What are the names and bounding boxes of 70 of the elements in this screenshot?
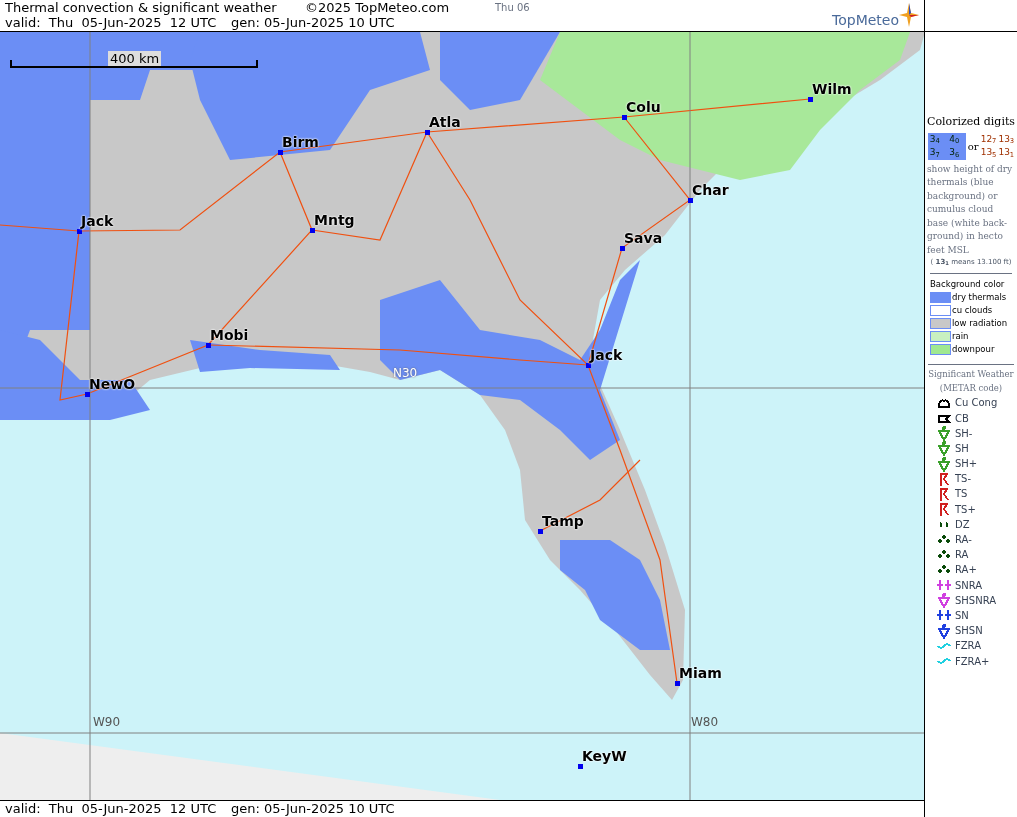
cloud-digits: 12$_{7}$	[980, 132, 997, 146]
weather-code: RA+	[955, 563, 977, 578]
copyright-link[interactable]: ©2025 TopMeteo.com	[305, 0, 495, 15]
city-marker-icon	[77, 229, 82, 234]
weather-code: CB	[955, 411, 969, 426]
city-marker-icon	[425, 130, 430, 135]
background-label: dry thermals	[952, 291, 1007, 305]
or-label: or	[967, 139, 979, 154]
weather-code: TS+	[955, 502, 976, 517]
city-marker-icon	[206, 343, 211, 348]
city-label: Jack	[81, 213, 114, 229]
background-label: rain	[952, 330, 969, 344]
city-label: Char	[692, 182, 729, 198]
cloud-digits: 13$_{5}$	[980, 146, 997, 160]
weather-code: TS-	[955, 472, 972, 487]
grid-label: W80	[691, 714, 719, 731]
grid-label: W90	[93, 714, 121, 731]
weather-title: Significant Weather (METAR code)	[928, 368, 1014, 396]
scale-label: 400 km	[108, 51, 162, 66]
weather-code: SHSNRA	[955, 593, 997, 608]
cloud-digits: 13$_{3}$	[998, 132, 1015, 146]
city-label: Colu	[626, 99, 661, 115]
weather-code: SN	[955, 608, 969, 623]
city-label: Atla	[429, 114, 461, 130]
weather-code: FZRA	[955, 639, 981, 654]
digits-description: show height of dry thermals (blue background) or cumulus cloud base (white back-ground) in hecto feet MSL	[927, 162, 1014, 257]
city-marker-icon	[586, 363, 591, 368]
background-title: Background color	[930, 277, 1006, 291]
city-marker-icon	[622, 115, 627, 120]
weather-code: RA-	[955, 533, 972, 548]
generated-time: gen: 05-Jun-2025 10 UTC	[231, 801, 395, 817]
weather-code: SH+	[955, 457, 978, 472]
city-marker-icon	[310, 228, 315, 233]
valid-time: valid: Thu 05-Jun-2025 12 UTC	[5, 15, 218, 30]
city-label: Miam	[679, 665, 722, 681]
city-marker-icon	[620, 246, 625, 251]
city-label: KeyW	[582, 748, 627, 764]
next-day-link[interactable]: Thu 06	[495, 0, 530, 15]
thermal-digits-sample: 3$_{4}$ 4$_{0}$ 3$_{7}$ 3$_{6}$	[927, 132, 966, 160]
city-label: Jack	[590, 347, 623, 363]
generated-time: gen: 05-Jun-2025 10 UTC	[231, 15, 395, 30]
weather-code: FZRA+	[955, 654, 990, 669]
weather-code: DZ	[955, 517, 970, 532]
city-label: Birm	[282, 134, 319, 150]
weather-code: SHSN	[955, 624, 983, 639]
city-marker-icon	[808, 97, 813, 102]
valid-time: valid: Thu 05-Jun-2025 12 UTC	[5, 801, 218, 817]
background-label: downpour	[952, 343, 995, 357]
weather-code: SH-	[955, 426, 973, 441]
cloud-digits: 13$_{1}$	[998, 146, 1015, 160]
city-marker-icon	[578, 764, 583, 769]
background-label: low radiation	[952, 317, 1008, 331]
city-label: Mntg	[314, 212, 355, 228]
chart-title: Thermal convection & significant weather	[5, 0, 278, 15]
city-marker-icon	[278, 150, 283, 155]
city-label: Wilm	[812, 81, 852, 97]
city-marker-icon	[688, 198, 693, 203]
weather-code: RA	[955, 548, 969, 563]
background-label: cu clouds	[952, 304, 993, 318]
weather-code: SNRA	[955, 578, 983, 593]
city-marker-icon	[85, 392, 90, 397]
grid-label: N30	[393, 365, 418, 382]
compass-star-icon	[899, 3, 919, 27]
weather-code: SH	[955, 441, 969, 456]
weather-code: TS	[955, 487, 968, 502]
weather-code: Cu Cong	[955, 396, 998, 411]
digits-title: Colorized digits	[927, 114, 1015, 130]
topmeteo-logo: TopMeteo	[832, 13, 899, 30]
city-marker-icon	[538, 529, 543, 534]
city-marker-icon	[675, 681, 680, 686]
